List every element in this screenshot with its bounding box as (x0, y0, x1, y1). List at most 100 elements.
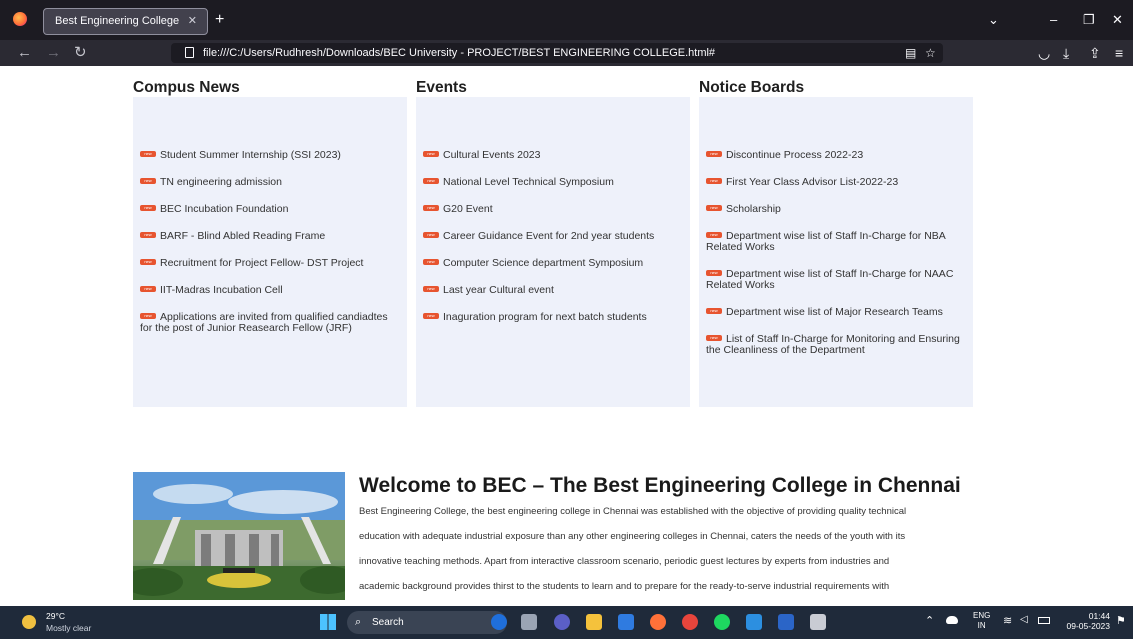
word-icon[interactable] (778, 614, 794, 630)
news-item[interactable]: new Student Summer Internship (SSI 2023) (140, 150, 401, 161)
battery-icon[interactable] (1038, 617, 1050, 624)
notices-item[interactable]: new Department wise list of Major Researc… (706, 307, 967, 318)
task-view-icon[interactable] (521, 614, 537, 630)
events-item-label[interactable]: Last year Cultural event (443, 284, 554, 296)
firefox-icon[interactable] (13, 12, 27, 26)
vscode-icon[interactable] (746, 614, 762, 630)
store-icon[interactable] (618, 614, 634, 630)
notices-item[interactable]: new Discontinue Process 2022-23 (706, 150, 967, 161)
share-icon[interactable]: ⇪ (1089, 42, 1101, 64)
news-item-label[interactable]: Recruitment for Project Fellow- DST Proj… (160, 257, 363, 269)
events-item[interactable]: new Computer Science department Symposium (423, 258, 684, 269)
events-item[interactable]: new Last year Cultural event (423, 285, 684, 296)
menu-icon[interactable]: ≡ (1115, 42, 1123, 64)
weather-temp[interactable]: 29°C (46, 611, 65, 621)
notices-item[interactable]: new First Year Class Advisor List-2022-23 (706, 177, 967, 188)
notices-item-label[interactable]: Scholarship (726, 203, 781, 215)
volume-icon[interactable]: ◁ (1020, 614, 1028, 625)
reader-view-icon[interactable]: ▤ (905, 43, 916, 63)
notices-item-label[interactable]: Department wise list of Staff In-Charge … (706, 230, 945, 253)
file-explorer-icon[interactable] (586, 614, 602, 630)
downloads-icon[interactable]: ⤓ (1063, 42, 1069, 64)
welcome-paragraph-line: Best Engineering College, the best engin… (359, 506, 907, 517)
events-item[interactable]: new National Level Technical Symposium (423, 177, 684, 188)
forward-icon[interactable]: → (46, 42, 61, 64)
notices-item-label[interactable]: Department wise list of Staff In-Charge … (706, 268, 953, 291)
new-badge-icon: new (423, 178, 439, 185)
restore-icon[interactable]: ❐ (1083, 10, 1095, 30)
chevron-up-icon[interactable]: ⌃ (925, 614, 934, 627)
onedrive-icon[interactable] (946, 616, 958, 624)
campus-image (133, 472, 345, 600)
language-indicator[interactable]: ENG IN (973, 611, 990, 631)
events-item-label[interactable]: Computer Science department Symposium (443, 257, 643, 269)
notices-item[interactable]: new Department wise list of Staff In-Char… (706, 269, 967, 291)
chrome-icon[interactable] (682, 614, 698, 630)
clock[interactable]: 01:44 09-05-2023 (1062, 611, 1110, 631)
notices-item[interactable]: new Scholarship (706, 204, 967, 215)
firefox-taskbar-icon[interactable] (650, 614, 666, 630)
new-badge-icon: new (423, 259, 439, 266)
news-item[interactable]: new TN engineering admission (140, 177, 401, 188)
events-item[interactable]: new Cultural Events 2023 (423, 150, 684, 161)
notices-item[interactable]: new Department wise list of Staff In-Char… (706, 231, 967, 253)
weather-text[interactable]: Mostly clear (46, 623, 91, 633)
news-item[interactable]: new IIT-Madras Incubation Cell (140, 285, 401, 296)
notification-bell-icon[interactable]: ⚑ (1116, 614, 1126, 627)
news-box: new Student Summer Internship (SSI 2023) n… (133, 97, 407, 407)
new-badge-icon: new (423, 232, 439, 239)
news-item-label[interactable]: BARF - Blind Abled Reading Frame (160, 230, 325, 242)
start-icon[interactable] (320, 614, 336, 630)
notepad-icon[interactable] (810, 614, 826, 630)
spotify-icon[interactable] (714, 614, 730, 630)
close-tab-icon[interactable]: ✕ (188, 9, 197, 34)
news-item[interactable]: new Applications are invited from qualifi… (140, 312, 401, 334)
notices-item-label[interactable]: List of Staff In-Charge for Monitoring a… (706, 333, 960, 356)
weather-icon[interactable] (22, 615, 36, 629)
new-badge-icon: new (140, 259, 156, 266)
tab-title: Best Engineering College (55, 15, 180, 27)
bing-icon[interactable] (491, 614, 507, 630)
new-badge-icon: new (423, 313, 439, 320)
welcome-paragraph-line: innovative teaching methods. Apart from … (359, 556, 890, 567)
events-box: new Cultural Events 2023 new National Level… (416, 97, 690, 407)
page-info-icon[interactable] (185, 47, 194, 58)
url-text[interactable]: file:///C:/Users/Rudhresh/Downloads/BEC … (203, 47, 715, 59)
news-item-label[interactable]: TN engineering admission (160, 176, 282, 188)
reload-icon[interactable]: ↻ (74, 42, 87, 64)
events-item[interactable]: new Inaguration program for next batch st… (423, 312, 684, 323)
list-all-tabs-icon[interactable]: ⌄ (988, 10, 999, 30)
notices-item-label[interactable]: Department wise list of Major Research T… (726, 306, 943, 318)
pocket-icon[interactable]: ◡ (1038, 42, 1050, 64)
news-item[interactable]: new BEC Incubation Foundation (140, 204, 401, 215)
back-icon[interactable]: ← (17, 42, 32, 64)
minimize-icon[interactable]: – (1050, 10, 1057, 30)
news-item-label[interactable]: Student Summer Internship (SSI 2023) (160, 149, 341, 161)
events-item[interactable]: new Career Guidance Event for 2nd year st… (423, 231, 684, 242)
news-item[interactable]: new Recruitment for Project Fellow- DST P… (140, 258, 401, 269)
events-item[interactable]: new G20 Event (423, 204, 684, 215)
events-item-label[interactable]: Inaguration program for next batch stude… (443, 311, 647, 323)
notices-section: Notice Boards new Discontinue Process 202… (699, 78, 973, 407)
teams-chat-icon[interactable] (554, 614, 570, 630)
notices-item-label[interactable]: First Year Class Advisor List-2022-23 (726, 176, 898, 188)
events-item-label[interactable]: National Level Technical Symposium (443, 176, 614, 188)
notices-item-label[interactable]: Discontinue Process 2022-23 (726, 149, 863, 161)
taskbar-search[interactable]: ⌕ Search (347, 611, 507, 634)
notices-item[interactable]: new List of Staff In-Charge for Monitorin… (706, 334, 967, 356)
browser-tab[interactable]: Best Engineering College ✕ (43, 8, 208, 35)
language-code: ENG (973, 611, 991, 620)
events-item-label[interactable]: Cultural Events 2023 (443, 149, 540, 161)
events-item-label[interactable]: G20 Event (443, 203, 493, 215)
new-tab-icon[interactable]: + (215, 9, 224, 31)
bookmark-star-icon[interactable]: ☆ (925, 43, 936, 63)
address-bar[interactable]: file:///C:/Users/Rudhresh/Downloads/BEC … (171, 43, 943, 63)
events-item-label[interactable]: Career Guidance Event for 2nd year stude… (443, 230, 654, 242)
news-item-label[interactable]: IIT-Madras Incubation Cell (160, 284, 283, 296)
wifi-icon[interactable]: ≋ (1003, 614, 1012, 627)
news-item-label[interactable]: BEC Incubation Foundation (160, 203, 288, 215)
close-window-icon[interactable]: ✕ (1112, 10, 1123, 30)
new-badge-icon: new (423, 151, 439, 158)
news-item[interactable]: new BARF - Blind Abled Reading Frame (140, 231, 401, 242)
news-item-label[interactable]: Applications are invited from qualified … (140, 311, 388, 334)
